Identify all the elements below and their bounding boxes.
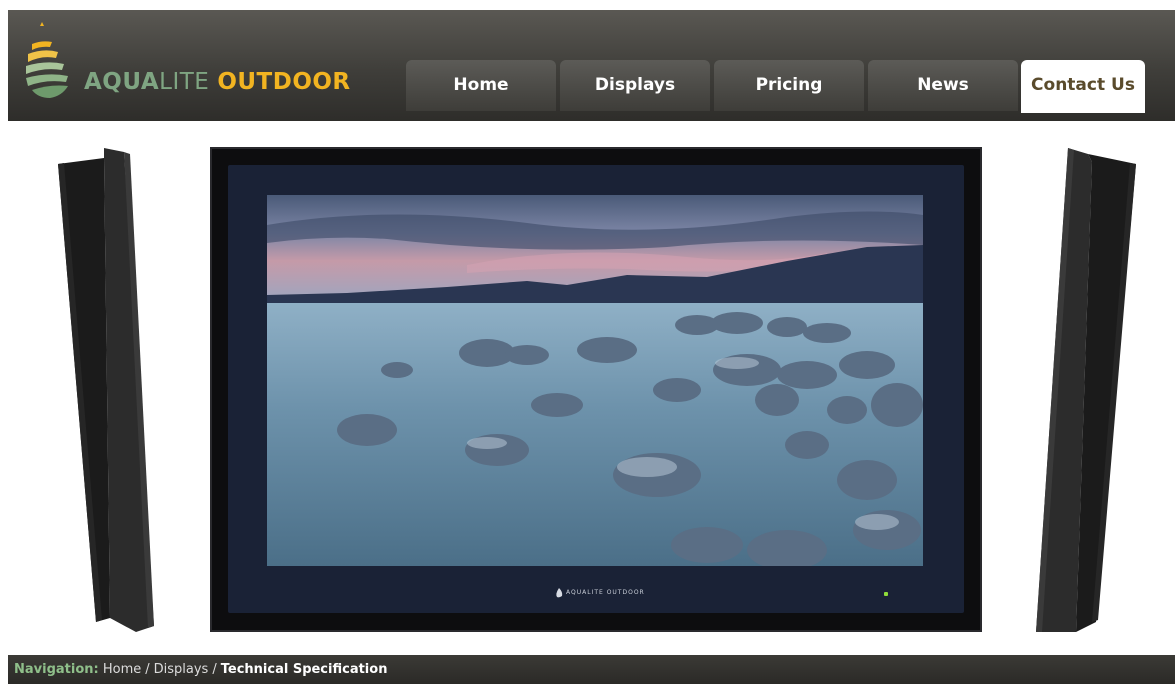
breadcrumb-displays-link[interactable]: Displays: [154, 662, 209, 677]
breadcrumb-label: Navigation:: [14, 662, 99, 677]
display-side-view-left: [58, 148, 154, 632]
nav-tab-pricing[interactable]: Pricing: [714, 60, 864, 111]
breadcrumb-separator: /: [145, 662, 150, 677]
nav-tab-news[interactable]: News: [868, 60, 1018, 111]
brand-part-lite: LITE: [159, 69, 210, 95]
bezel-brand-text: AQUALITE OUTDOOR: [566, 589, 645, 596]
brand-name[interactable]: AQUALITE OUTDOOR: [84, 69, 351, 95]
nav-tab-contact-us[interactable]: Contact Us: [1021, 60, 1145, 113]
breadcrumb-home-link[interactable]: Home: [103, 662, 141, 677]
display-screen-image: [267, 195, 923, 566]
breadcrumb-current-page: Technical Specification: [220, 662, 388, 677]
breadcrumb-separator: /: [212, 662, 217, 677]
brand-part-aqua: AQUA: [84, 69, 160, 95]
bezel-logo-icon: [555, 583, 563, 602]
display-side-view-right: [1036, 148, 1136, 632]
power-led-indicator: [884, 592, 888, 596]
nav-tab-home[interactable]: Home: [406, 60, 556, 111]
brand-part-outdoor: OUTDOOR: [217, 69, 351, 95]
nav-tab-displays[interactable]: Displays: [560, 60, 710, 111]
aqualite-logo-icon[interactable]: [22, 22, 82, 102]
breadcrumb: Navigation: Home / Displays / Technical Spec…: [8, 655, 1175, 684]
bezel-brand-mark: AQUALITE OUTDOOR: [555, 583, 645, 602]
